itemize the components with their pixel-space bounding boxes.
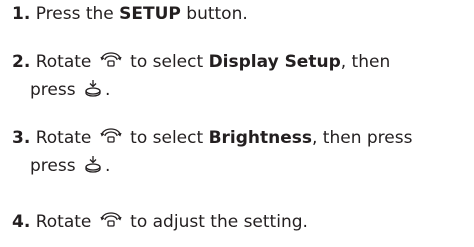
step-text: to adjust the setting.	[124, 212, 308, 232]
step-text: press	[30, 80, 81, 100]
step-text: press	[30, 156, 81, 176]
step-text: Rotate	[35, 128, 97, 148]
step-text: to select	[124, 52, 209, 72]
selector-knob-rotate-icon	[100, 211, 122, 229]
step-text: Rotate	[35, 212, 97, 232]
step-text: to select	[124, 128, 209, 148]
step-number: 1.	[12, 4, 31, 24]
step-text: , then press	[312, 128, 413, 148]
step-text: Rotate	[35, 52, 97, 72]
brightness-keyword: Brightness	[208, 128, 312, 148]
step-continuation: press .	[12, 76, 470, 104]
selector-knob-rotate-icon	[100, 127, 122, 145]
step-4: 4. Rotate to adjust the setting.	[12, 208, 470, 236]
step-continuation: press .	[12, 152, 470, 180]
setup-button-keyword: SETUP	[119, 4, 181, 24]
step-text: button.	[180, 4, 248, 24]
step-number: 2.	[12, 52, 31, 72]
step-text: .	[104, 156, 111, 176]
step-number: 4.	[12, 212, 31, 232]
step-3: 3. Rotate to select Brightness, then pre…	[12, 124, 470, 180]
step-text: , then	[340, 52, 391, 72]
selector-knob-press-icon	[84, 155, 102, 173]
step-1: 1. Press the SETUP button.	[12, 0, 470, 28]
step-text: .	[104, 80, 111, 100]
step-number: 3.	[12, 128, 31, 148]
selector-knob-press-icon	[84, 79, 102, 97]
step-text: Press the	[35, 4, 120, 24]
display-setup-keyword: Display Setup	[208, 52, 341, 72]
step-2: 2. Rotate to select Display Setup, then …	[12, 48, 470, 104]
selector-knob-rotate-icon	[100, 51, 122, 69]
